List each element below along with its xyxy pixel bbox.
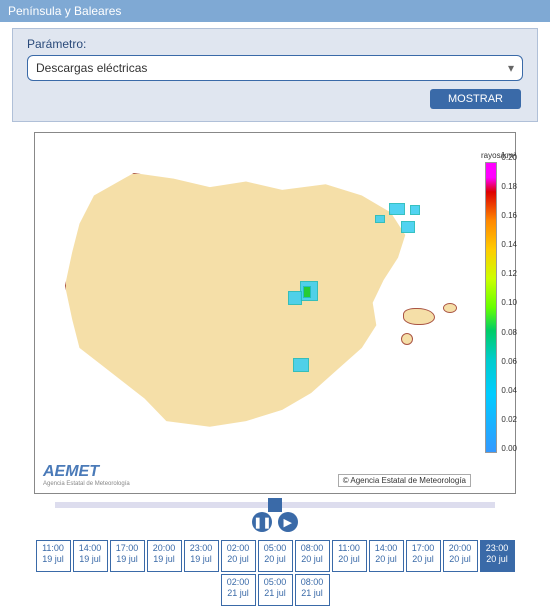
lightning-cell: [288, 291, 302, 305]
time-cell[interactable]: 20:0019 jul: [147, 540, 182, 572]
parameter-panel: Parámetro: Descargas eléctricas MOSTRAR: [12, 28, 538, 122]
time-cell[interactable]: 23:0020 jul: [480, 540, 515, 572]
menorca: [443, 303, 457, 313]
mallorca: [403, 308, 435, 325]
time-slider-track[interactable]: [55, 502, 495, 508]
scale-ticks: 0.200.180.160.140.120.100.080.060.040.02…: [501, 153, 517, 453]
region-header: Península y Baleares: [0, 0, 550, 22]
time-cell[interactable]: 11:0019 jul: [36, 540, 71, 572]
lightning-cell: [293, 358, 309, 372]
time-slider-thumb[interactable]: [268, 498, 282, 512]
show-button[interactable]: MOSTRAR: [430, 89, 521, 109]
map-canvas: 10°W9°W8°W7°W6°W5°W4°W3°W2°W1°W0°1°E2°E3…: [34, 132, 516, 494]
time-cell[interactable]: 02:0020 jul: [221, 540, 256, 572]
lightning-cell: [410, 205, 420, 215]
copyright-label: © Agencia Estatal de Meteorología: [338, 474, 471, 487]
ibiza: [401, 333, 413, 345]
play-button[interactable]: ▶: [278, 512, 298, 532]
scale-bar: [485, 162, 497, 453]
pause-button[interactable]: ❚❚: [252, 512, 272, 532]
time-cell[interactable]: 08:0021 jul: [295, 574, 330, 606]
time-cell[interactable]: 20:0020 jul: [443, 540, 478, 572]
time-cell[interactable]: 17:0020 jul: [406, 540, 441, 572]
lightning-cell: [401, 221, 415, 233]
parameter-select[interactable]: Descargas eléctricas: [27, 55, 523, 81]
time-cell[interactable]: 05:0020 jul: [258, 540, 293, 572]
time-cell[interactable]: 14:0019 jul: [73, 540, 108, 572]
time-cell[interactable]: 17:0019 jul: [110, 540, 145, 572]
lightning-cell: [375, 215, 385, 223]
time-cell[interactable]: 05:0021 jul: [258, 574, 293, 606]
time-cell[interactable]: 14:0020 jul: [369, 540, 404, 572]
time-cell[interactable]: 02:0021 jul: [221, 574, 256, 606]
time-cell[interactable]: 08:0020 jul: [295, 540, 330, 572]
parameter-label: Parámetro:: [27, 37, 523, 51]
lightning-cell: [303, 286, 311, 298]
timeline-grid: 11:0019 jul14:0019 jul17:0019 jul20:0019…: [0, 536, 550, 610]
aemet-logo: AEMETAgencia Estatal de Meteorología: [43, 463, 130, 487]
time-cell[interactable]: 11:0020 jul: [332, 540, 367, 572]
playback-controls: ❚❚ ▶: [0, 512, 550, 532]
lightning-cell: [389, 203, 405, 215]
time-cell[interactable]: 23:0019 jul: [184, 540, 219, 572]
